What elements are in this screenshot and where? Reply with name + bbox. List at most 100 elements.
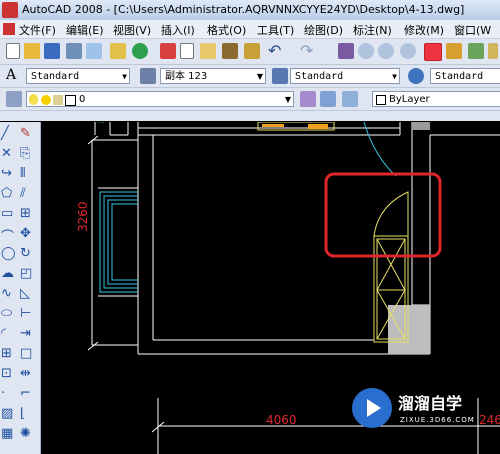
- match-properties-icon[interactable]: [222, 43, 238, 59]
- ellipse-icon[interactable]: ⬭: [1, 306, 12, 321]
- properties-icon[interactable]: [424, 43, 442, 61]
- redo-icon[interactable]: ↷: [300, 41, 313, 60]
- color-value: ByLayer: [389, 94, 430, 105]
- standard-toolbar: ↶ ↷: [0, 39, 500, 65]
- block-editor-icon[interactable]: [244, 43, 260, 59]
- menu-dimension[interactable]: 标注(N): [353, 22, 392, 38]
- menu-edit[interactable]: 编辑(E): [66, 22, 104, 38]
- menu-draw[interactable]: 绘图(D): [304, 22, 343, 38]
- arc-icon[interactable]: ⌒: [1, 226, 14, 245]
- menu-format[interactable]: 格式(O): [207, 22, 246, 38]
- menu-bar: 文件(F) 编辑(E) 视图(V) 插入(I) 格式(O) 工具(T) 绘图(D…: [0, 20, 500, 39]
- point-icon[interactable]: ·: [1, 386, 5, 401]
- line-icon[interactable]: ╱: [1, 126, 9, 141]
- copy-object-icon[interactable]: ⎘: [20, 146, 30, 161]
- menu-window[interactable]: 窗口(W: [454, 22, 491, 38]
- menu-modify[interactable]: 修改(M): [404, 22, 444, 38]
- sun-icon: [41, 95, 51, 105]
- new-icon[interactable]: [6, 43, 20, 59]
- layer-previous-icon[interactable]: [320, 91, 336, 107]
- wall-hatch-top: [412, 122, 430, 130]
- rectangle-icon[interactable]: ▭: [1, 206, 13, 221]
- multileader-style-value: Standard: [435, 71, 484, 82]
- print-icon[interactable]: [66, 43, 82, 59]
- sheet-set-icon[interactable]: [488, 43, 498, 59]
- dim-style-icon[interactable]: [140, 68, 156, 84]
- ellipse-arc-icon[interactable]: ◜: [1, 326, 6, 341]
- chevron-down-icon: ▼: [122, 72, 127, 81]
- copy-icon[interactable]: [180, 43, 194, 59]
- design-center-icon[interactable]: [446, 43, 462, 59]
- hatch-icon[interactable]: ▨: [1, 406, 13, 421]
- table-style-select[interactable]: Standard ▼: [290, 68, 400, 84]
- extend-icon[interactable]: ⇥: [20, 326, 31, 341]
- menu-insert[interactable]: 插入(I): [161, 22, 195, 38]
- break-icon[interactable]: □: [20, 346, 32, 361]
- save-icon[interactable]: [44, 43, 60, 59]
- explode-icon[interactable]: ✺: [20, 426, 31, 441]
- trim-icon[interactable]: ⊢: [20, 306, 31, 321]
- drawing-canvas[interactable]: ··· 3260 4060 246 溜溜自学 ZIXUE.3D66.COM: [41, 122, 500, 454]
- lock-icon: [53, 95, 63, 105]
- rotate-icon[interactable]: ↻: [20, 246, 31, 261]
- zoom-previous-icon[interactable]: [400, 43, 416, 59]
- paste-icon[interactable]: [200, 43, 216, 59]
- layer-states-icon[interactable]: [342, 91, 358, 107]
- color-swatch-icon: [376, 95, 386, 105]
- make-object-layer-current-icon[interactable]: [300, 91, 316, 107]
- revision-cloud-icon[interactable]: ☁: [1, 266, 14, 281]
- window-title: AutoCAD 2008 - [C:\Users\Administrator.A…: [22, 3, 465, 16]
- open-icon[interactable]: [24, 43, 40, 59]
- mirror-icon[interactable]: ⫴: [20, 166, 25, 181]
- cut-icon[interactable]: [160, 43, 176, 59]
- plot-preview-icon[interactable]: [86, 43, 102, 59]
- highlight-box: [324, 172, 442, 258]
- menu-view[interactable]: 视图(V): [113, 22, 151, 38]
- circle-icon[interactable]: ◯: [1, 246, 16, 261]
- construction-line-icon[interactable]: ✕: [1, 146, 12, 161]
- text-style-select[interactable]: Standard ▼: [26, 68, 130, 84]
- polyline-icon[interactable]: ↪: [1, 166, 12, 181]
- make-block-icon[interactable]: ⊡: [1, 366, 12, 381]
- svg-text:···: ···: [98, 122, 105, 127]
- text-style-icon[interactable]: A: [6, 67, 16, 83]
- dim-style-select[interactable]: 副本 123 ▼: [160, 68, 266, 84]
- join-icon[interactable]: ⇹: [20, 366, 31, 381]
- document-icon[interactable]: [3, 23, 15, 35]
- autocad-app-icon[interactable]: [2, 2, 18, 18]
- menu-file[interactable]: 文件(F): [19, 22, 56, 38]
- pan-icon[interactable]: [338, 43, 354, 59]
- table-style-value: Standard: [295, 71, 344, 82]
- chamfer-icon[interactable]: ⌐: [20, 386, 31, 401]
- layer-select[interactable]: 0 ▼: [26, 91, 294, 107]
- multileader-style-select[interactable]: Standard: [430, 68, 500, 84]
- move-icon[interactable]: ✥: [20, 226, 31, 241]
- chevron-down-icon: ▼: [256, 72, 263, 81]
- color-control-select[interactable]: ByLayer: [372, 91, 500, 107]
- offset-icon[interactable]: ⫽: [20, 186, 26, 201]
- draw-modify-toolbars: ╱ ✕ ↪ ⬠ ▭ ⌒ ◯ ☁ ∿ ⬭ ◜ ⊞ ⊡ · ▨ ▦ ✎ ⎘ ⫴ ⫽ …: [0, 122, 41, 454]
- menu-tools[interactable]: 工具(T): [257, 22, 294, 38]
- multileader-style-icon[interactable]: [408, 68, 424, 84]
- undo-icon[interactable]: ↶: [268, 41, 281, 60]
- zoom-window-icon[interactable]: [378, 43, 394, 59]
- fillet-icon[interactable]: ⌊: [20, 406, 25, 421]
- stretch-icon[interactable]: ◺: [20, 286, 30, 301]
- insert-block-icon[interactable]: ⊞: [1, 346, 12, 361]
- tool-palettes-icon[interactable]: [468, 43, 484, 59]
- gradient-icon[interactable]: ▦: [1, 426, 13, 441]
- scale-icon[interactable]: ◰: [20, 266, 32, 281]
- text-style-value: Standard: [31, 71, 80, 82]
- 3d-dwf-icon[interactable]: [132, 43, 148, 59]
- polygon-icon[interactable]: ⬠: [1, 186, 12, 201]
- publish-icon[interactable]: [110, 43, 126, 59]
- layer-name: 0: [79, 94, 86, 105]
- layer-manager-icon[interactable]: [6, 91, 22, 107]
- table-style-icon[interactable]: [272, 68, 288, 84]
- spline-icon[interactable]: ∿: [1, 286, 12, 301]
- erase-icon[interactable]: ✎: [20, 126, 31, 141]
- zoom-realtime-icon[interactable]: [358, 43, 374, 59]
- chevron-down-icon: ▼: [284, 95, 291, 104]
- watermark-site: ZIXUE.3D66.COM: [400, 416, 475, 424]
- array-icon[interactable]: ⊞: [20, 206, 31, 221]
